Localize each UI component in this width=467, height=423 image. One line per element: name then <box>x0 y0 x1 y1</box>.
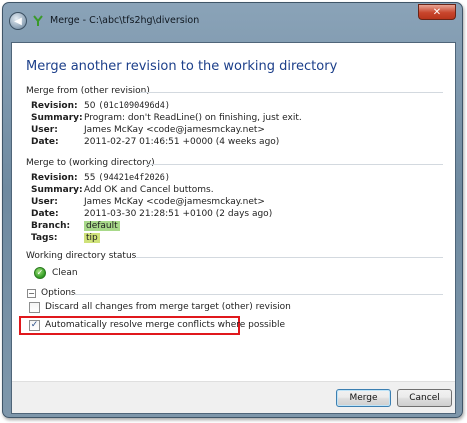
merge-from-date-label: Date: <box>31 137 59 147</box>
merge-app-icon <box>33 15 43 26</box>
merge-button[interactable]: Merge <box>336 389 391 407</box>
divider <box>74 294 443 295</box>
close-icon: ✕ <box>432 6 442 18</box>
auto-resolve-label[interactable]: Automatically resolve merge conflicts wh… <box>45 320 285 330</box>
cancel-button[interactable]: Cancel <box>397 389 452 407</box>
merge-to-revision-number: 55 <box>84 173 96 183</box>
merge-to-branch: default <box>84 221 120 231</box>
check-circle-icon: ✓ <box>34 267 46 279</box>
back-arrow-icon: ◀ <box>14 15 22 27</box>
merge-from-revision: 50 (01c1090496d4) <box>84 101 170 111</box>
merge-from-user: James McKay <code@jamesmckay.net> <box>84 125 265 135</box>
merge-to-date: 2011-03-30 21:28:51 +0100 (2 days ago) <box>84 209 273 219</box>
auto-resolve-checkbox[interactable]: ✓ <box>29 320 40 331</box>
merge-from-date: 2011-02-27 01:46:51 +0000 (4 weeks ago) <box>84 137 280 147</box>
merge-from-summary-label: Summary: <box>31 113 83 123</box>
divider <box>140 92 443 93</box>
window-frame: ◀ Merge - C:\abc\tfs2hg\diversion ✕ Merg… <box>2 2 463 418</box>
collapse-icon[interactable]: − <box>27 289 36 298</box>
merge-to-tags: tip <box>84 233 100 243</box>
back-button[interactable]: ◀ <box>9 12 27 30</box>
merge-from-revision-label: Revision: <box>31 101 78 111</box>
divider <box>146 164 443 165</box>
merge-to-user: James McKay <code@jamesmckay.net> <box>84 197 265 207</box>
merge-from-user-label: User: <box>31 125 58 135</box>
merge-to-user-label: User: <box>31 197 58 207</box>
button-bar: Merge Cancel <box>12 381 455 413</box>
merge-to-revision-hash: (94421e4f2026) <box>98 173 170 183</box>
discard-changes-checkbox[interactable] <box>29 302 40 313</box>
merge-to-summary-label: Summary: <box>31 185 83 195</box>
merge-from-summary: Program: don't ReadLine() on finishing, … <box>84 113 302 123</box>
branch-badge: default <box>84 221 120 231</box>
merge-to-revision: 55 (94421e4f2026) <box>84 173 170 183</box>
dialog-heading: Merge another revision to the working di… <box>26 59 338 74</box>
merge-to-tags-label: Tags: <box>31 233 58 243</box>
title-bar[interactable]: ◀ Merge - C:\abc\tfs2hg\diversion ✕ <box>3 3 462 37</box>
status-value: Clean <box>52 268 78 278</box>
merge-from-group-label: Merge from (other revision) <box>26 86 150 96</box>
window-title: Merge - C:\abc\tfs2hg\diversion <box>50 15 200 26</box>
merge-to-date-label: Date: <box>31 209 59 219</box>
merge-to-group-label: Merge to (working directory) <box>26 158 155 168</box>
discard-changes-label[interactable]: Discard all changes from merge target (o… <box>45 302 291 312</box>
dialog-body: Merge another revision to the working di… <box>11 42 456 414</box>
checkmark-icon: ✓ <box>30 320 39 330</box>
merge-to-revision-label: Revision: <box>31 173 78 183</box>
tag-badge: tip <box>84 233 100 243</box>
options-group-label[interactable]: Options <box>41 288 76 298</box>
merge-from-revision-hash: (01c1090496d4) <box>98 101 170 111</box>
merge-to-branch-label: Branch: <box>31 221 71 231</box>
merge-from-revision-number: 50 <box>84 101 96 111</box>
merge-to-summary: Add OK and Cancel buttoms. <box>84 185 214 195</box>
close-button[interactable]: ✕ <box>418 4 456 20</box>
divider <box>135 257 443 258</box>
status-group-label: Working directory status <box>26 251 137 261</box>
